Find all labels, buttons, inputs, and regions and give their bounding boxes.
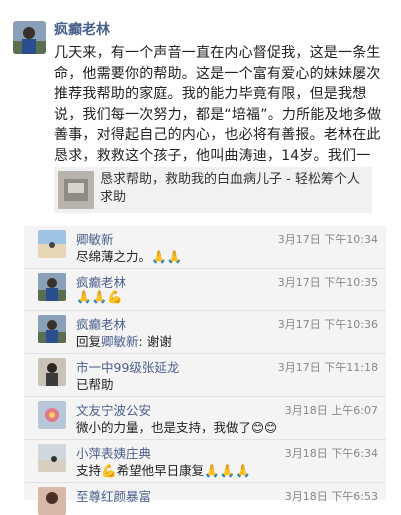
post-body-text: 几天来，有一个声音一直在内心督促我，这是一条生命，他需要你的帮助。这是一个富有爱… [54, 45, 382, 184]
beach-photo-avatar[interactable] [38, 230, 66, 258]
comment-text: 微小的力量，也是支持，我做了😊😊 [76, 420, 278, 435]
beach-photo-icon [38, 230, 66, 258]
comment-item[interactable]: 疯癫老林 3月17日 下午10:36 回复卿敏新: 谢谢 [24, 311, 386, 354]
moments-post: 疯癫老林 几天来，有一个声音一直在内心督促我，这是一条生命，他需要你的帮助。这是… [0, 0, 401, 226]
flower-photo-icon [38, 401, 66, 429]
flower-photo-avatar[interactable] [38, 401, 66, 429]
comment-item[interactable]: 卿敏新 3月17日 下午10:34 尽绵薄之力。🙏🙏 [24, 226, 386, 269]
comment-time: 3月18日 下午6:34 [284, 447, 378, 460]
comment-time: 3月17日 下午10:34 [277, 233, 378, 246]
comment-time: 3月18日 上午6:07 [284, 404, 378, 417]
comment-time: 3月17日 下午11:18 [277, 361, 378, 374]
comment-item[interactable]: 至尊红颜暴富 3月18日 下午6:53 [24, 483, 386, 515]
comments-section: 卿敏新 3月17日 下午10:34 尽绵薄之力。🙏🙏 疯癫老林 3月17日 下午… [24, 226, 386, 515]
person-photo-icon [38, 315, 66, 343]
person-photo-icon [38, 273, 66, 301]
comment-text: 尽绵薄之力。🙏🙏 [76, 249, 183, 264]
comment-item[interactable]: 文友宁波公安 3月18日 上午6:07 微小的力量，也是支持，我做了😊😊 [24, 397, 386, 440]
comment-item[interactable]: 疯癫老林 3月17日 下午10:35 🙏🙏💪 [24, 269, 386, 311]
comment-text: 已帮助 [76, 377, 114, 392]
link-title: 恳求帮助，救助我的白血病儿子 - 轻松筹个人求助 [100, 172, 360, 205]
shared-link-card[interactable]: 恳求帮助，救助我的白血病儿子 - 轻松筹个人求助 [54, 167, 372, 213]
landscape-photo-icon [38, 444, 66, 472]
man-photo-avatar[interactable] [38, 358, 66, 386]
comment-item[interactable]: 市一中99级张延龙 3月17日 下午11:18 已帮助 [24, 354, 386, 397]
comment-time: 3月18日 下午6:53 [284, 490, 378, 503]
man-photo-icon [38, 358, 66, 386]
comment-text: 支持💪希望他早日康复🙏🙏🙏 [76, 463, 251, 478]
link-thumbnail [58, 171, 94, 209]
person-photo-avatar[interactable] [38, 315, 66, 343]
comment-item[interactable]: 小萍表姨庄典 3月18日 下午6:34 支持💪希望他早日康复🙏🙏🙏 [24, 440, 386, 483]
portrait-photo-icon [38, 487, 66, 515]
reply-text: : 谢谢 [138, 334, 172, 349]
comment-text: 🙏🙏💪 [76, 289, 123, 304]
comment-time: 3月17日 下午10:36 [277, 318, 378, 331]
comment-time: 3月17日 下午10:35 [277, 276, 378, 289]
portrait-photo-avatar[interactable] [38, 487, 66, 515]
landscape-photo-avatar[interactable] [38, 444, 66, 472]
author-avatar[interactable] [13, 21, 46, 54]
author-photo-icon [13, 21, 46, 54]
reply-prefix: 回复 [76, 334, 102, 349]
person-photo-avatar[interactable] [38, 273, 66, 301]
reply-to-name[interactable]: 卿敏新 [101, 334, 139, 349]
post-author-name[interactable]: 疯癫老林 [54, 19, 110, 39]
commenter-name[interactable]: 至尊红颜暴富 [76, 486, 151, 505]
link-thumbnail-icon [58, 171, 94, 209]
comment-text: 回复卿敏新: 谢谢 [76, 331, 376, 350]
